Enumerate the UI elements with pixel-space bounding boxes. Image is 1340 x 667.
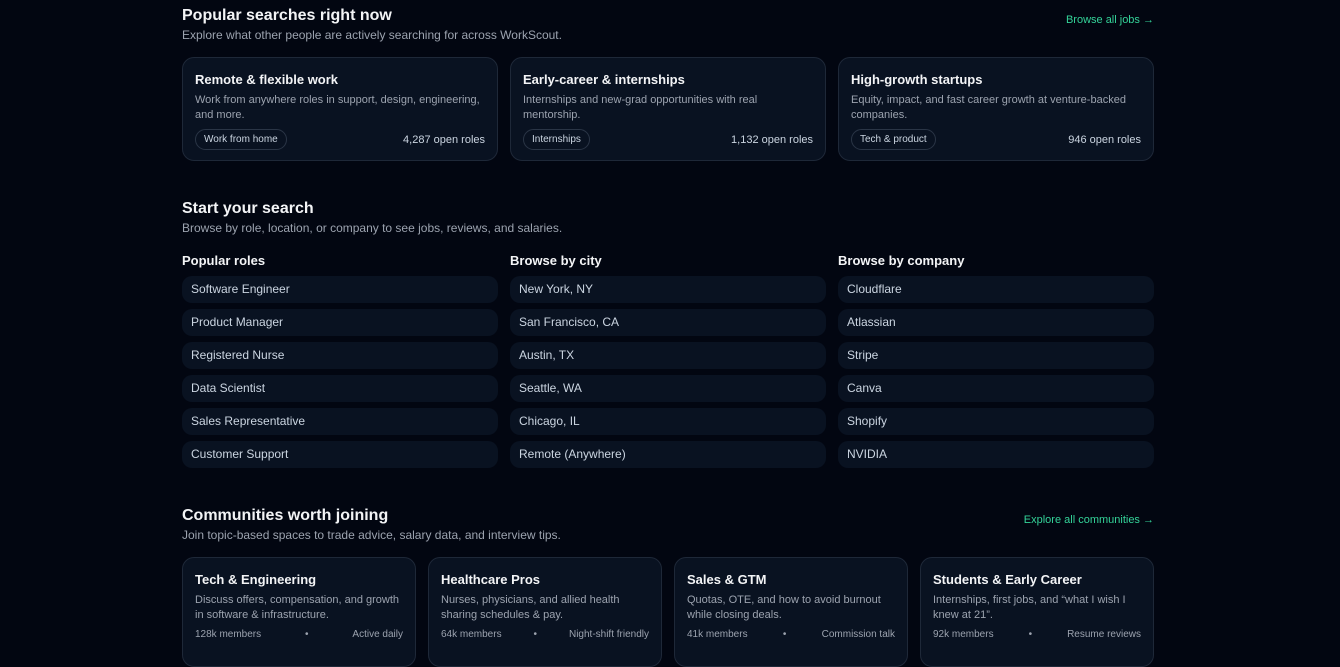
card-description: Internships, first jobs, and “what I wis… <box>933 594 1126 621</box>
browse-by-city-column: Browse by city New York, NY San Francisc… <box>510 252 826 474</box>
column-title: Browse by company <box>838 253 965 268</box>
card-description: Internships and new-grad opportunities w… <box>523 94 758 121</box>
company-link[interactable]: Cloudflare <box>838 276 1154 303</box>
popular-roles-column: Popular roles Software Engineer Product … <box>182 252 498 474</box>
role-link[interactable]: Sales Representative <box>182 408 498 435</box>
card-title: Tech & Engineering <box>195 572 317 587</box>
community-card-tech[interactable]: Tech & Engineering Discuss offers, compe… <box>182 557 416 667</box>
communities-section: Communities worth joining Join topic-bas… <box>182 506 1154 667</box>
communities-header: Communities worth joining Join topic-bas… <box>182 506 1154 543</box>
start-search-header: Start your search Browse by role, locati… <box>182 199 1154 236</box>
explore-all-communities-link[interactable]: Explore all communities → <box>1024 514 1154 526</box>
role-link[interactable]: Customer Support <box>182 441 498 468</box>
role-link[interactable]: Software Engineer <box>182 276 498 303</box>
role-link[interactable]: Registered Nurse <box>182 342 498 369</box>
search-card-remote[interactable]: Remote & flexible work Work from anywher… <box>182 57 498 161</box>
company-link[interactable]: Canva <box>838 375 1154 402</box>
section-subtitle: Browse by role, location, or company to … <box>182 221 563 235</box>
card-title: Remote & flexible work <box>195 72 339 87</box>
city-link[interactable]: San Francisco, CA <box>510 309 826 336</box>
category-chip[interactable]: Tech & product <box>851 129 936 150</box>
company-link[interactable]: Shopify <box>838 408 1154 435</box>
community-card-students[interactable]: Students & Early Career Internships, fir… <box>920 557 1154 667</box>
section-subtitle: Explore what other people are actively s… <box>182 28 562 42</box>
community-card-sales[interactable]: Sales & GTM Quotas, OTE, and how to avoi… <box>674 557 908 667</box>
card-description: Quotas, OTE, and how to avoid burnout wh… <box>687 594 881 621</box>
section-subtitle: Join topic-based spaces to trade advice,… <box>182 528 561 542</box>
card-description: Nurses, physicians, and allied health sh… <box>441 594 620 621</box>
card-title: Students & Early Career <box>933 572 1082 587</box>
category-chip[interactable]: Work from home <box>195 129 287 150</box>
city-link[interactable]: Remote (Anywhere) <box>510 441 826 468</box>
popular-searches-header: Popular searches right now Explore what … <box>182 6 1154 43</box>
open-roles-count: 946 open roles <box>1068 133 1141 146</box>
card-title: Early-career & internships <box>523 72 685 87</box>
card-description: Work from anywhere roles in support, des… <box>195 94 480 121</box>
section-title: Start your search <box>182 200 314 217</box>
open-roles-count: 4,287 open roles <box>403 133 485 146</box>
role-link[interactable]: Data Scientist <box>182 375 498 402</box>
search-card-startups[interactable]: High-growth startups Equity, impact, and… <box>838 57 1154 161</box>
card-title: Sales & GTM <box>687 572 767 587</box>
card-description: Discuss offers, compensation, and growth… <box>195 594 400 621</box>
card-title: Healthcare Pros <box>441 572 540 587</box>
company-link[interactable]: Stripe <box>838 342 1154 369</box>
popular-searches-section: Popular searches right now Explore what … <box>182 6 1154 161</box>
card-title: High-growth startups <box>851 72 983 87</box>
city-link[interactable]: Chicago, IL <box>510 408 826 435</box>
company-link[interactable]: Atlassian <box>838 309 1154 336</box>
category-chip[interactable]: Internships <box>523 129 590 150</box>
open-roles-count: 1,132 open roles <box>731 133 813 146</box>
section-title: Communities worth joining <box>182 507 389 524</box>
start-search-section: Start your search Browse by role, locati… <box>182 199 1154 474</box>
city-link[interactable]: Seattle, WA <box>510 375 826 402</box>
column-title: Browse by city <box>510 253 602 268</box>
community-card-healthcare[interactable]: Healthcare Pros Nurses, physicians, and … <box>428 557 662 667</box>
city-link[interactable]: Austin, TX <box>510 342 826 369</box>
column-title: Popular roles <box>182 253 266 268</box>
search-card-early-career[interactable]: Early-career & internships Internships a… <box>510 57 826 161</box>
section-title: Popular searches right now <box>182 7 392 24</box>
company-link[interactable]: NVIDIA <box>838 441 1154 468</box>
card-description: Equity, impact, and fast career growth a… <box>851 94 1126 121</box>
role-link[interactable]: Product Manager <box>182 309 498 336</box>
city-link[interactable]: New York, NY <box>510 276 826 303</box>
browse-by-company-column: Browse by company Cloudflare Atlassian S… <box>838 252 1154 474</box>
browse-all-jobs-link[interactable]: Browse all jobs → <box>1066 14 1154 26</box>
